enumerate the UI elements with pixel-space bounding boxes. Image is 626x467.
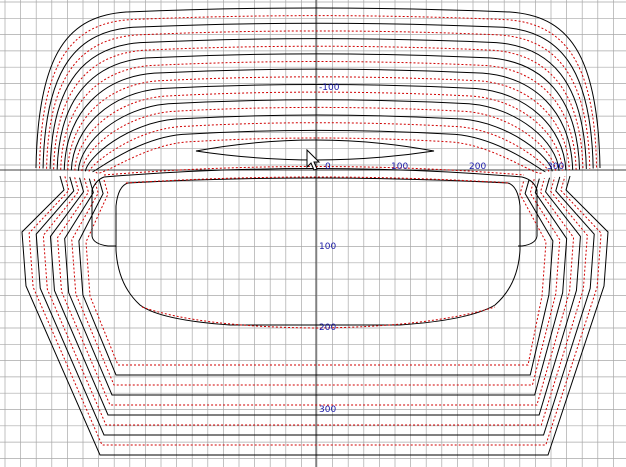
dome-contour-line: [60, 61, 577, 170]
label-x-200: 200: [469, 162, 486, 172]
label-y-neg100: -100: [319, 83, 340, 93]
drawing-canvas[interactable]: -100 0 100 200 300 100 200 300: [0, 0, 626, 467]
label-x-300: 300: [547, 162, 564, 172]
lower-contour-line: [35, 176, 595, 436]
label-x-0: 0: [325, 162, 331, 172]
dome-contour-line: [74, 91, 563, 171]
outer-window: [91, 176, 116, 247]
label-x-100: 100: [391, 162, 408, 172]
dome-contour-line: [42, 22, 594, 169]
inner-lens: [195, 139, 435, 161]
label-y-100: 100: [319, 242, 336, 252]
label-y-300: 300: [319, 405, 336, 415]
label-y-200: 200: [319, 323, 336, 333]
contour-drawing[interactable]: -100 0 100 200 300 100 200 300: [0, 0, 626, 467]
lower-contour-line: [42, 177, 588, 426]
dome-contour-line: [35, 7, 601, 169]
dome-contour-line: [56, 53, 581, 170]
outer-window-right: [518, 176, 538, 247]
